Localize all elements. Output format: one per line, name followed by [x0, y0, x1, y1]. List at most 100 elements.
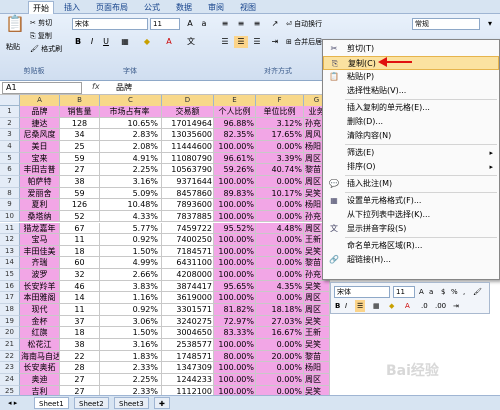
font-name-select[interactable]: 宋体	[72, 18, 148, 30]
table-cell[interactable]: 46	[60, 280, 100, 293]
table-cell[interactable]: 96.61%	[214, 152, 256, 165]
table-cell[interactable]: 现代	[20, 304, 60, 316]
table-cell[interactable]: 27	[60, 373, 100, 386]
table-cell[interactable]: 捷达	[20, 117, 60, 130]
table-cell[interactable]: 1748571	[162, 350, 214, 363]
table-cell[interactable]: 4208000	[162, 269, 214, 281]
table-cell[interactable]: 吴笑	[304, 280, 330, 293]
paste-icon[interactable]: 📋	[4, 16, 26, 38]
tab-home[interactable]: 开始	[28, 1, 54, 14]
menu-item[interactable]: 命名单元格区域(R)...	[323, 239, 499, 253]
table-cell[interactable]: 95.52%	[214, 222, 256, 235]
font-size-select[interactable]: 11	[150, 18, 180, 30]
table-cell[interactable]: 59	[60, 187, 100, 200]
fill-color-icon[interactable]: ◆	[140, 36, 154, 48]
table-cell[interactable]: 2.25%	[100, 373, 162, 386]
table-cell[interactable]: 0.00%	[256, 339, 304, 351]
row-header[interactable]: 23	[0, 362, 20, 374]
table-cell[interactable]: 松花江	[20, 339, 60, 351]
table-cell[interactable]: 黎苗	[304, 350, 330, 363]
table-cell[interactable]: 11	[60, 234, 100, 246]
table-cell[interactable]: 0.00%	[256, 175, 304, 188]
row-header[interactable]: 9	[0, 199, 20, 211]
mini-grow-font-icon[interactable]: A	[419, 286, 424, 298]
mini-decimal-decrease-icon[interactable]: .00	[435, 300, 446, 312]
table-cell[interactable]: 丰田吉普	[20, 164, 60, 176]
mini-percent-icon[interactable]: %	[451, 286, 458, 298]
font-color-icon[interactable]: A	[162, 36, 176, 48]
table-cell[interactable]: 宝来	[20, 152, 60, 165]
table-cell[interactable]: 王新	[304, 327, 330, 339]
table-cell[interactable]: 吴笑	[304, 385, 330, 395]
table-cell[interactable]: 38	[60, 339, 100, 351]
table-cell[interactable]: 吴笑	[304, 315, 330, 328]
row-header[interactable]: 14	[0, 257, 20, 270]
table-cell[interactable]: 1244233	[162, 373, 214, 386]
table-cell[interactable]: 0.00%	[256, 385, 304, 395]
table-cell[interactable]: 11	[60, 304, 100, 316]
table-cell[interactable]: 100.00%	[214, 269, 256, 281]
table-cell[interactable]: 9371644	[162, 175, 214, 188]
table-cell[interactable]: 奥迪	[20, 373, 60, 386]
table-cell[interactable]: 16.67%	[256, 327, 304, 339]
table-cell[interactable]: 帕萨特	[20, 175, 60, 188]
fx-icon[interactable]: fx	[92, 82, 100, 91]
table-cell[interactable]: 0.00%	[256, 373, 304, 386]
table-cell[interactable]: 1.50%	[100, 245, 162, 258]
row-header[interactable]: 11	[0, 222, 20, 235]
row-header[interactable]: 4	[0, 140, 20, 153]
table-cell[interactable]: 2.83%	[100, 129, 162, 141]
table-cell[interactable]: 7837885	[162, 210, 214, 223]
table-cell[interactable]: 3301571	[162, 304, 214, 316]
table-cell[interactable]: 2.08%	[100, 140, 162, 153]
table-cell[interactable]: 17014964	[162, 117, 214, 130]
header-cell[interactable]: 交易额	[162, 106, 214, 118]
menu-item[interactable]: 文显示拼音字段(S)	[323, 222, 499, 236]
cut-button[interactable]: ✂ 剪切	[30, 18, 52, 28]
insert-sheet-icon[interactable]: ✚	[154, 397, 170, 409]
table-cell[interactable]: 10.65%	[100, 117, 162, 130]
table-cell[interactable]: 14	[60, 292, 100, 305]
table-cell[interactable]: 长安奥拓	[20, 362, 60, 374]
table-cell[interactable]: 4.35%	[256, 280, 304, 293]
table-cell[interactable]: 吴笑	[304, 339, 330, 351]
tab-review[interactable]: 审阅	[204, 1, 228, 14]
row-header[interactable]: 18	[0, 304, 20, 316]
table-cell[interactable]: 0.00%	[256, 140, 304, 153]
column-header-c[interactable]: C	[100, 95, 162, 106]
table-cell[interactable]: 0.00%	[256, 362, 304, 374]
table-cell[interactable]: 3240275	[162, 315, 214, 328]
menu-item[interactable]: 💬 插入批注(M)	[323, 177, 499, 191]
table-cell[interactable]: 3874417	[162, 280, 214, 293]
menu-item[interactable]: 排序(O) ▸	[323, 160, 499, 174]
table-cell[interactable]: 3.83%	[100, 280, 162, 293]
table-cell[interactable]: 18.18%	[256, 304, 304, 316]
table-cell[interactable]: 22	[60, 350, 100, 363]
header-cell[interactable]: 单位比例	[256, 106, 304, 118]
column-header-e[interactable]: E	[214, 95, 256, 106]
table-cell[interactable]: 3.16%	[100, 339, 162, 351]
row-header[interactable]: 2	[0, 117, 20, 130]
table-cell[interactable]: 波罗	[20, 269, 60, 281]
sheet-tab-1[interactable]: Sheet1	[34, 397, 69, 409]
table-cell[interactable]: 桑塔纳	[20, 210, 60, 223]
table-cell[interactable]: 0.00%	[256, 292, 304, 305]
menu-item[interactable]: 插入复制的单元格(E)...	[323, 101, 499, 115]
table-cell[interactable]: 13035600	[162, 129, 214, 141]
table-cell[interactable]: 100.00%	[214, 373, 256, 386]
row-header[interactable]: 21	[0, 339, 20, 351]
table-cell[interactable]: 37	[60, 315, 100, 328]
row-header[interactable]: 3	[0, 129, 20, 141]
table-cell[interactable]: 2.33%	[100, 362, 162, 374]
tab-insert[interactable]: 插入	[60, 1, 84, 14]
table-cell[interactable]: 96.88%	[214, 117, 256, 130]
mini-decimal-increase-icon[interactable]: .0	[421, 300, 428, 312]
table-cell[interactable]: 7459722	[162, 222, 214, 235]
table-cell[interactable]: 10563790	[162, 164, 214, 176]
table-cell[interactable]: 1.50%	[100, 327, 162, 339]
mini-border-icon[interactable]: ▦	[373, 300, 380, 312]
table-cell[interactable]: 10.48%	[100, 199, 162, 211]
table-cell[interactable]: 8457860	[162, 187, 214, 200]
mini-comma-icon[interactable]: ,	[463, 286, 465, 298]
table-cell[interactable]: 0.00%	[256, 199, 304, 211]
